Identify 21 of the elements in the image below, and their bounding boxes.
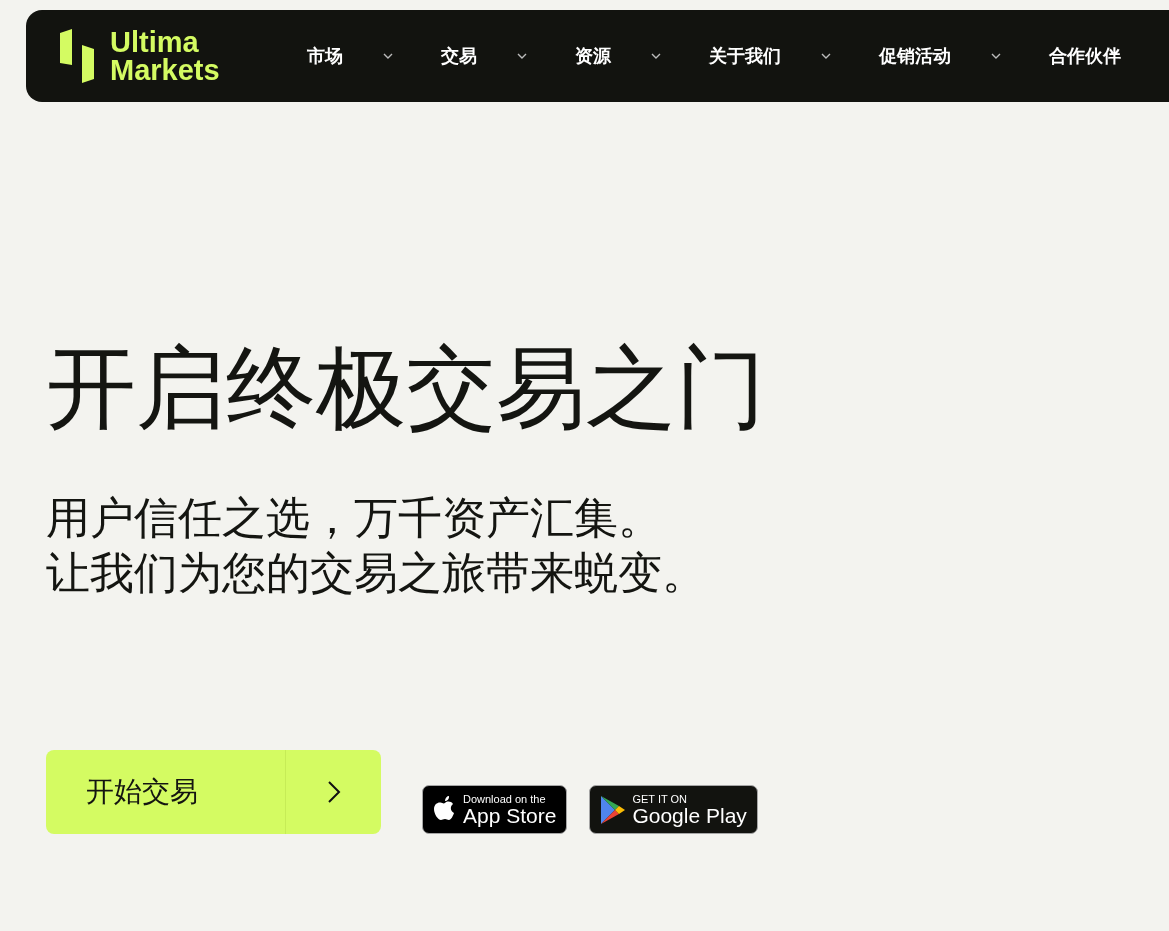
hero-subtitle: 用户信任之选，万千资产汇集。	[46, 491, 663, 545]
logo-icon	[60, 29, 96, 83]
nav-link[interactable]: 市场	[307, 44, 343, 68]
chevron-down-icon[interactable]	[383, 53, 393, 59]
hero-title: 开启终极交易之门	[46, 338, 767, 438]
play-icon	[600, 794, 627, 825]
nav-link[interactable]: 关于我们	[709, 44, 781, 68]
nav-link[interactable]: 促销活动	[879, 44, 951, 68]
nav-link[interactable]: 资源	[575, 44, 611, 68]
nav-link[interactable]: 交易	[441, 44, 477, 68]
start-trading-button[interactable]: 开始交易	[46, 750, 381, 834]
chevron-down-icon[interactable]	[651, 53, 661, 59]
google-play-badge[interactable]: GET IT ON Google Play	[589, 785, 758, 834]
chevron-down-icon[interactable]	[991, 53, 1001, 59]
chevron-down-icon[interactable]	[517, 53, 527, 59]
chevron-right-icon	[326, 780, 341, 804]
logo-text[interactable]: Ultima Markets	[110, 28, 220, 84]
hero-subtitle: 让我们为您的交易之旅带来蜕变。	[46, 546, 707, 600]
app-store-badge[interactable]: Download on the App Store	[422, 785, 568, 834]
chevron-down-icon[interactable]	[821, 53, 831, 59]
nav-link[interactable]: 合作伙伴	[1049, 44, 1121, 68]
